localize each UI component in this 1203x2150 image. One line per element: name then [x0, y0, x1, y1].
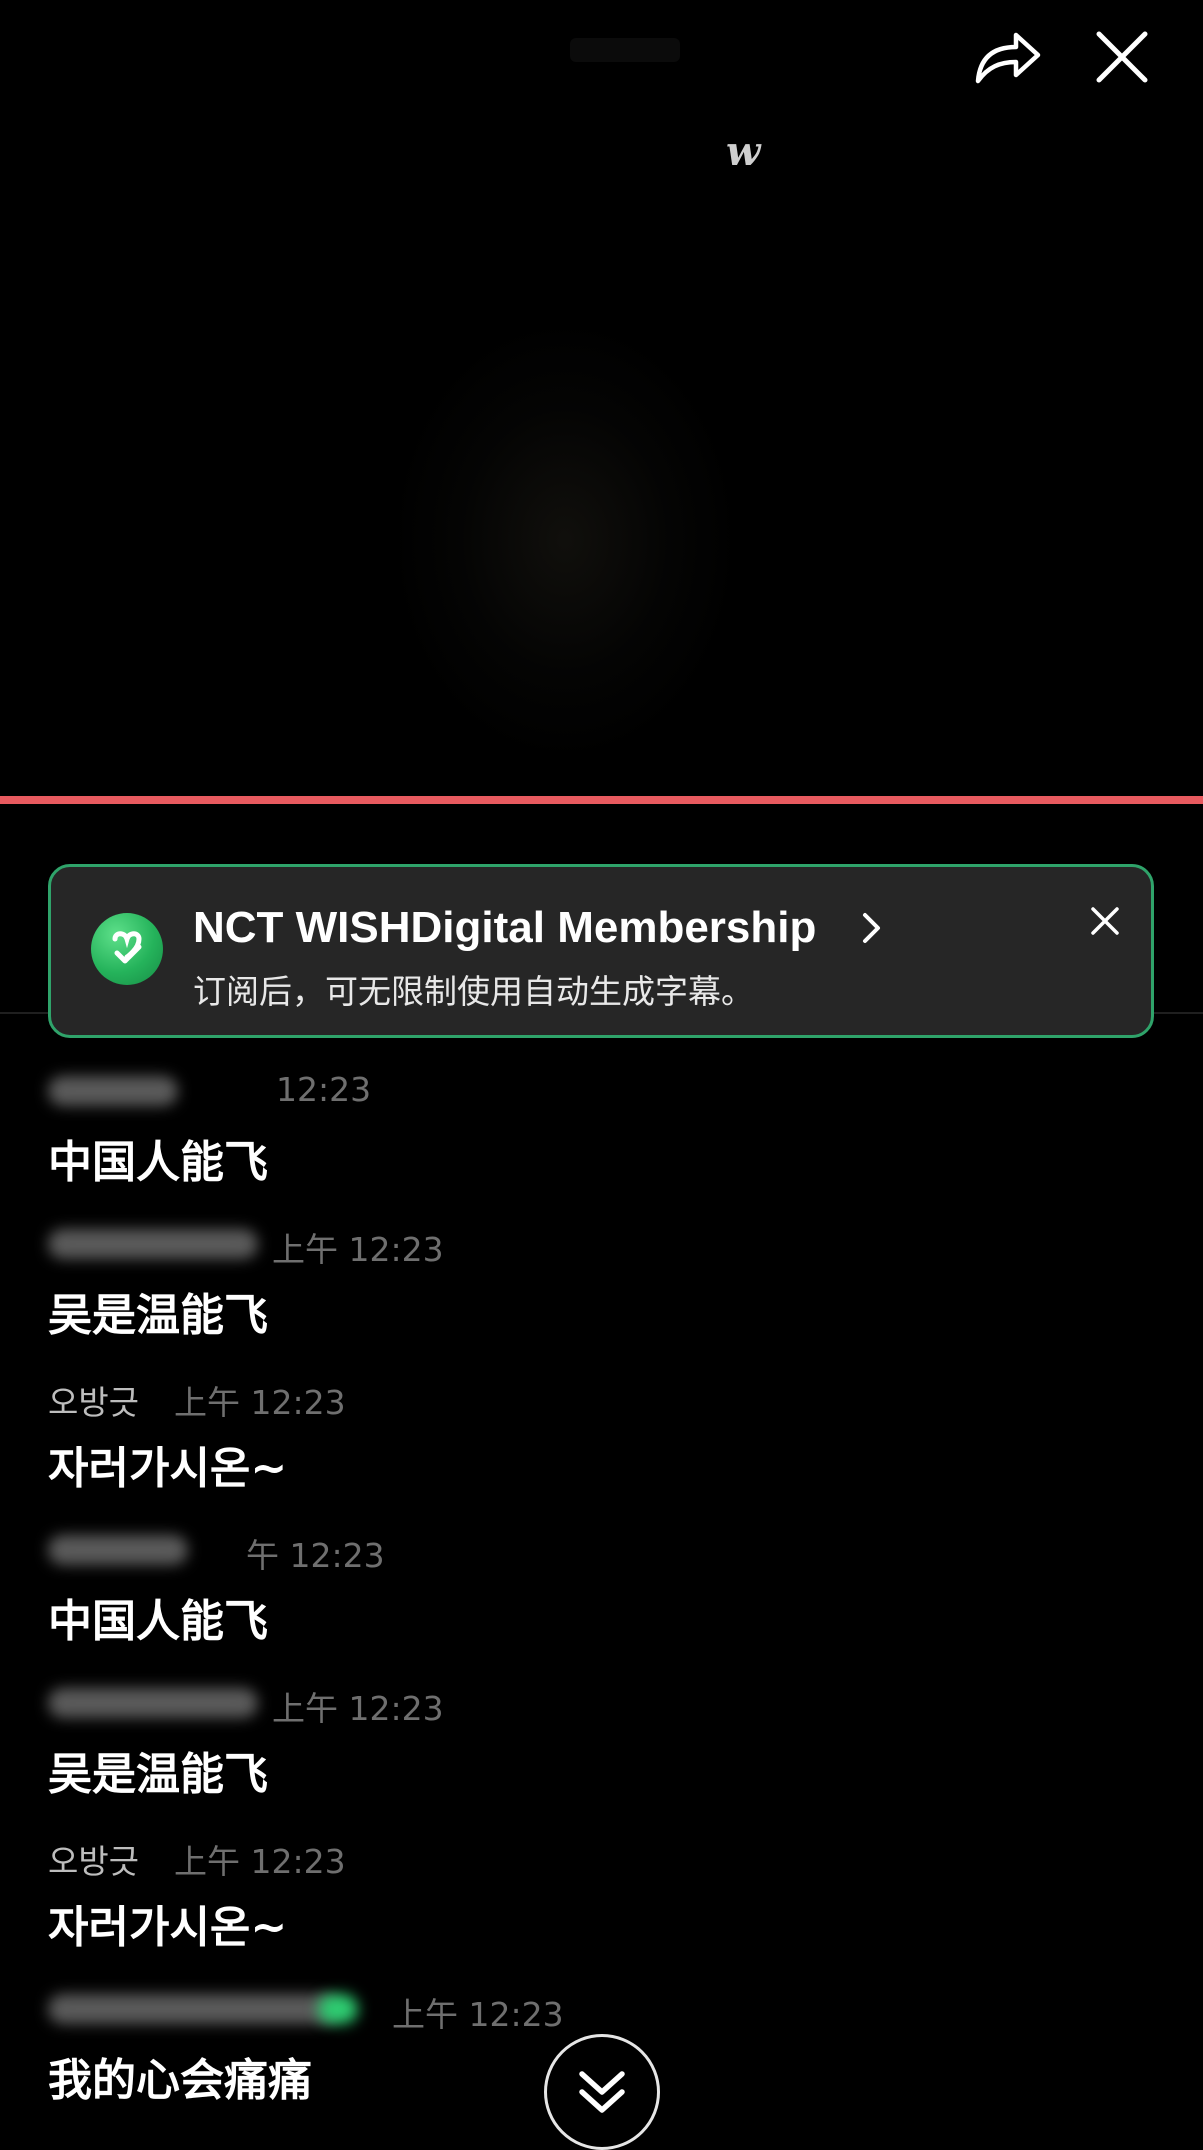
message-text: 자러가시온~ [48, 1443, 288, 1494]
share-arrow-icon [975, 32, 1041, 84]
membership-title: NCT WISHDigital Membership [193, 903, 817, 952]
message-time: 上午 12:23 [272, 1689, 444, 1728]
chat-message: 12:23 中国人能飞 [48, 1066, 1148, 1190]
video-title-faint [570, 38, 680, 62]
scroll-to-latest-button[interactable] [544, 2034, 660, 2150]
video-frame-dark [400, 330, 730, 750]
username-blurred [48, 1994, 338, 2024]
message-text: 中国人能飞 [48, 1137, 268, 1188]
chat-message: 上午 12:23 吴是温能飞 [48, 1678, 1148, 1802]
membership-logo [91, 913, 163, 985]
username-blurred [48, 1076, 178, 1106]
chat-message: 上午 12:23 吴是温能飞 [48, 1219, 1148, 1343]
video-player[interactable]: w [0, 0, 1203, 796]
chat-message: 오방긋 上午 12:23 자러가시온~ [48, 1372, 1148, 1496]
message-text: 中国人能飞 [48, 1596, 268, 1647]
username-blurred [48, 1688, 258, 1718]
chevron-right-icon [863, 913, 880, 943]
live-progress-bar [0, 796, 1203, 804]
user-badge-blurred [318, 1994, 358, 2024]
close-icon [1091, 907, 1119, 935]
username: 오방긋 [48, 1383, 140, 1422]
message-time: 上午 12:23 [174, 1383, 346, 1422]
chat-message: 午 12:23 中国人能飞 [48, 1525, 1148, 1649]
message-time: 上午 12:23 [174, 1842, 346, 1881]
share-button[interactable] [972, 22, 1042, 92]
message-time: 上午 12:23 [272, 1230, 444, 1269]
close-button[interactable] [1087, 22, 1157, 92]
weverse-logo: w [726, 128, 761, 175]
banner-close-button[interactable] [1083, 899, 1127, 943]
message-time: 上午 12:23 [392, 1995, 564, 2034]
message-text: 吴是温能飞 [48, 1749, 268, 1800]
heart-check-icon [112, 931, 142, 964]
membership-subtitle: 订阅后，可无限制使用自动生成字幕。 [193, 972, 754, 1011]
close-icon [1096, 31, 1148, 83]
message-time: 12:23 [276, 1070, 372, 1109]
double-chevron-down-icon [579, 2071, 625, 2113]
message-text: 자러가시온~ [48, 1902, 288, 1953]
username-blurred [48, 1229, 258, 1259]
username-blurred [48, 1535, 188, 1565]
message-text: 吴是温能飞 [48, 1290, 268, 1341]
chat-message: 오방긋 上午 12:23 자러가시온~ [48, 1831, 1148, 1955]
message-time: 午 12:23 [246, 1536, 385, 1575]
membership-banner[interactable]: NCT WISHDigital Membership 订阅后，可无限制使用自动生… [48, 864, 1154, 1038]
username: 오방긋 [48, 1842, 140, 1881]
